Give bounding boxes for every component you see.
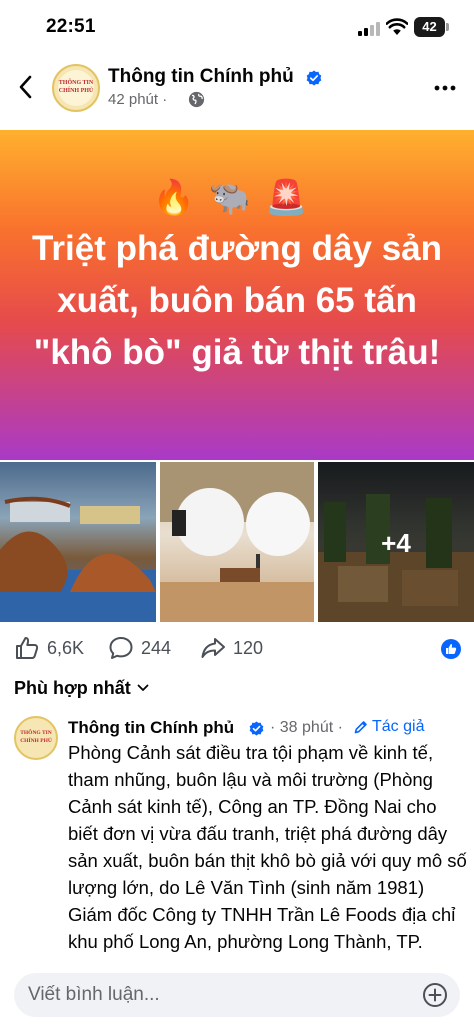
cellular-signal-icon: [358, 20, 382, 36]
comment-item: THÔNG TIN CHÍNH PHỦ Thông tin Chính phủ …: [0, 710, 474, 966]
comment-avatar-text-2: CHÍNH PHỦ: [20, 738, 52, 744]
like-reaction-icon: [441, 639, 461, 659]
comment-author-name[interactable]: Thông tin Chính phủ: [68, 718, 234, 738]
like-button[interactable]: 6,6K: [14, 634, 84, 662]
photo-thumbnail-studio[interactable]: [160, 462, 314, 622]
verified-badge-icon: [306, 70, 322, 86]
page-avatar[interactable]: THÔNG TIN CHÍNH PHỦ: [52, 64, 100, 112]
wifi-icon: [386, 18, 408, 35]
more-photos-count: +4: [381, 528, 411, 558]
comment-input[interactable]: [28, 973, 408, 1017]
meta-separator: ·: [162, 91, 168, 108]
plus-circle-icon[interactable]: [422, 982, 448, 1008]
pencil-icon: [354, 721, 367, 734]
banner-title: Triệt phá đường dây sản xuất, buôn bán 6…: [31, 229, 443, 372]
photo-studio-image: [160, 462, 314, 622]
sort-label: Phù hợp nhất: [14, 677, 131, 698]
photo-thumbnail-inspection[interactable]: +4: [318, 462, 474, 622]
avatar-text-line-1: THÔNG TIN: [58, 80, 94, 86]
photo-dried-beef-image: [0, 496, 156, 622]
comment-text: Phòng Cảnh sát điều tra tội phạm về kinh…: [68, 742, 467, 952]
comment-avatar-text-1: THÔNG TIN: [20, 730, 52, 736]
verified-badge-icon: [249, 721, 264, 736]
post-time[interactable]: 42 phút: [108, 91, 158, 108]
globe-icon: [188, 91, 205, 108]
comment-button[interactable]: 244: [108, 634, 171, 662]
avatar-text-line-2: CHÍNH PHỦ: [58, 88, 94, 94]
status-bar: 22:51 42: [0, 0, 474, 56]
post-actions: 6,6K 244 120: [0, 628, 474, 668]
comments-count: 244: [141, 637, 172, 658]
comment-time-value: 38 phút: [279, 719, 334, 736]
likes-count: 6,6K: [47, 637, 85, 658]
share-button[interactable]: 120: [200, 634, 263, 662]
back-arrow-icon[interactable]: [14, 72, 38, 102]
comment-separator-2: ·: [337, 719, 343, 736]
comment-author-avatar[interactable]: THÔNG TIN CHÍNH PHỦ: [14, 716, 58, 760]
comment-icon: [109, 637, 133, 659]
comment-time: · 38 phút ·: [270, 719, 343, 737]
battery-tip: [446, 23, 449, 31]
comment-composer: [14, 973, 460, 1017]
author-badge: Tác giả: [354, 718, 424, 736]
page-name[interactable]: Thông tin Chính phủ: [108, 66, 294, 88]
post-meta: 42 phút ·: [108, 91, 167, 108]
author-badge-label: Tác giả: [372, 718, 425, 735]
chevron-down-icon: [137, 684, 149, 691]
comment-separator: ·: [270, 719, 276, 736]
shares-count: 120: [233, 637, 264, 658]
photo-grid: +4: [0, 462, 474, 622]
more-options-icon[interactable]: [430, 76, 460, 100]
post-banner[interactable]: 🔥🐃🚨 Triệt phá đường dây sản xuất, buôn b…: [0, 130, 474, 460]
banner-emojis: 🔥🐃🚨: [152, 179, 322, 217]
battery-indicator: 42: [414, 17, 445, 37]
photo-thumbnail-dried-beef[interactable]: [0, 462, 156, 622]
like-icon: [16, 637, 39, 659]
post-header: THÔNG TIN CHÍNH PHỦ Thông tin Chính phủ …: [0, 56, 474, 128]
comment-sort-dropdown[interactable]: Phù hợp nhất: [14, 676, 149, 700]
status-time: 22:51: [46, 16, 96, 37]
share-icon: [201, 638, 225, 658]
